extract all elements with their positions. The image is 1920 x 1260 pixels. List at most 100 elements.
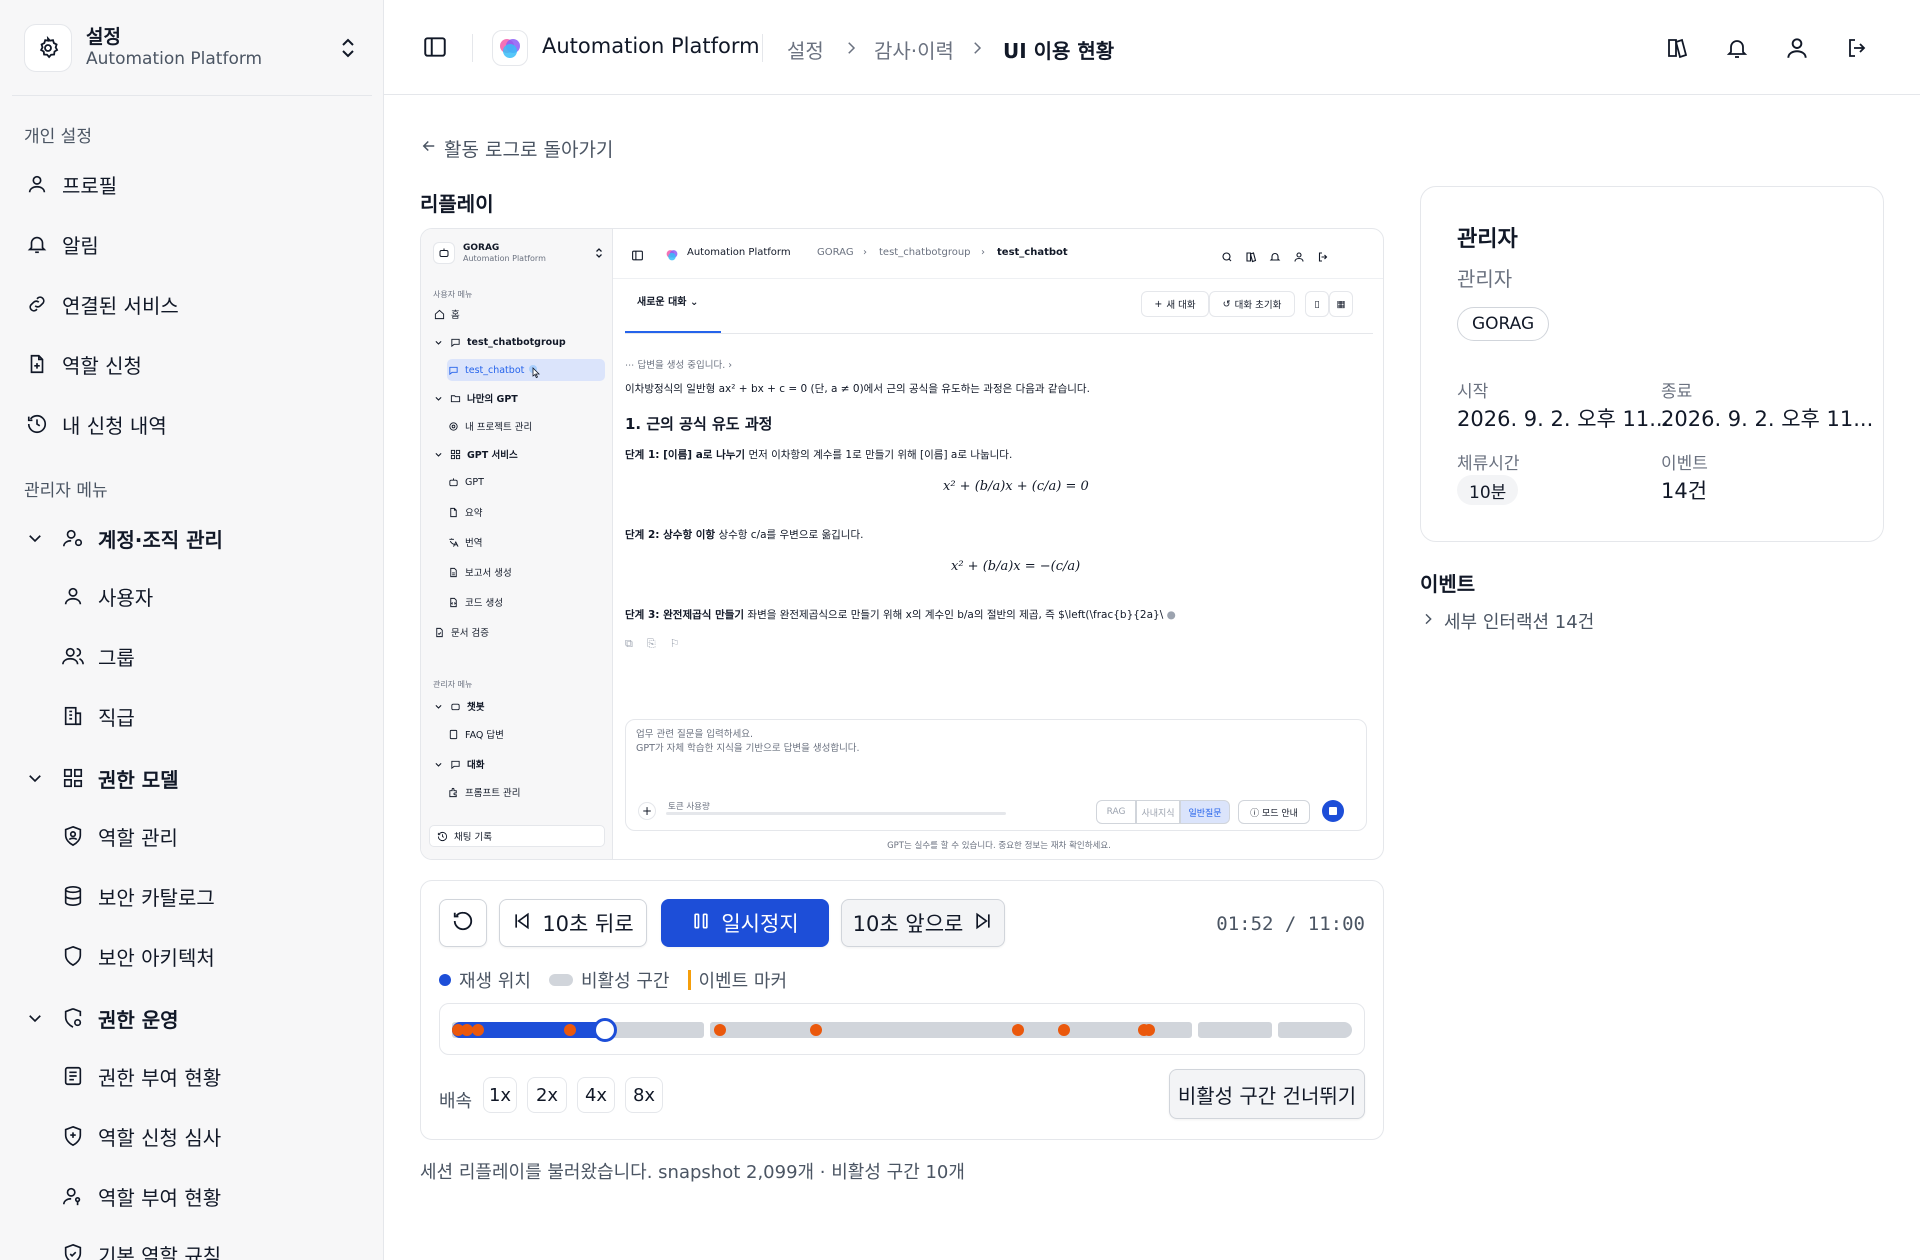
grid-icon (449, 448, 461, 460)
sidebar-item-label: 내 신청 내역 (62, 413, 167, 438)
replay-item-label: test_chatbotgroup (467, 336, 566, 348)
chevron-down-icon (433, 701, 443, 711)
sidebar-group-account-org[interactable]: 계정·조직 관리 (24, 516, 364, 560)
sidebar-item-label: 그룹 (98, 645, 135, 670)
replay-item-doc-check: 문서 검증 (433, 621, 605, 643)
replay-controls: 10초 뒤로 일시정지 10초 앞으로 01:52 / 11:00 재생 위치 … (420, 880, 1384, 1140)
pause-button[interactable]: 일시정지 (661, 899, 829, 947)
sidebar-item-role-management[interactable]: 역할 관리 (60, 814, 360, 858)
bot-icon (449, 700, 461, 712)
divider (12, 95, 372, 96)
sidebar-item-positions[interactable]: 직급 (60, 694, 360, 738)
bot-icon (447, 476, 459, 488)
events-detail-toggle[interactable]: 세부 인터랙션 14건 (1420, 608, 1594, 634)
event-marker[interactable] (1012, 1024, 1024, 1036)
sidebar-item-groups[interactable]: 그룹 (60, 634, 360, 678)
replay-item-home: 홈 (433, 303, 605, 325)
replay-mode-general: 일반질문 (1180, 800, 1230, 824)
sidebar-group-permission-ops[interactable]: 권한 운영 (24, 996, 364, 1040)
user-icon[interactable] (1782, 33, 1812, 63)
back-10s-button[interactable]: 10초 뒤로 (499, 899, 647, 947)
events-value: 14건 (1661, 479, 1708, 503)
event-marker[interactable] (1058, 1024, 1070, 1036)
user-icon (60, 583, 86, 609)
replay-crumb-1: GORAG (817, 247, 854, 258)
replay-item-label: 나만의 GPT (467, 394, 518, 405)
pause-label: 일시정지 (721, 912, 799, 936)
workspace-subtitle: Automation Platform (86, 49, 263, 69)
bell-icon[interactable] (1722, 33, 1752, 63)
sidebar-item-role-request[interactable]: 역할 신청 (24, 342, 364, 386)
replay-step1: 단계 1: [이름] a로 나누기 먼저 이차항의 계수를 1로 만들기 위해 … (625, 447, 1012, 462)
sidebar-item-role-grant-status[interactable]: 역할 부여 현황 (60, 1174, 360, 1218)
shield-user-icon (60, 823, 86, 849)
restart-button[interactable] (439, 899, 487, 947)
events-label: 이벤트 (1661, 454, 1708, 474)
topbar: Automation Platform 설정 감사·이력 UI 이용 현황 (384, 0, 1920, 95)
back-link[interactable]: 활동 로그로 돌아가기 (420, 135, 613, 162)
replay-placeholder-2: GPT가 자체 학습한 지식을 기반으로 답변을 생성합니다. (636, 743, 860, 754)
back-10s-label: 10초 뒤로 (542, 912, 634, 936)
replay-section-admin: 관리자 메뉴 (433, 680, 473, 689)
breadcrumb-settings[interactable]: 설정 (787, 35, 824, 64)
skip-inactive-button[interactable]: 비활성 구간 건너뛰기 (1169, 1069, 1365, 1119)
sidebar-item-connected-services[interactable]: 연결된 서비스 (24, 282, 364, 326)
shield-check-icon (60, 1241, 86, 1260)
forward-10s-button[interactable]: 10초 앞으로 (841, 899, 1005, 947)
replay-heading: 1. 근의 공식 유도 과정 (625, 415, 773, 433)
sidebar-item-my-requests[interactable]: 내 신청 내역 (24, 402, 364, 446)
logout-icon[interactable] (1842, 33, 1872, 63)
sidebar-item-default-role-rules[interactable]: 기본 역할 규칙 (60, 1232, 360, 1260)
chevron-right-icon: › (863, 247, 867, 258)
sidebar-item-grant-status[interactable]: 권한 부여 현황 (60, 1054, 360, 1098)
panel-icon: ▯ (1305, 291, 1329, 317)
workspace-switcher[interactable]: 설정 Automation Platform (24, 20, 360, 76)
sidebar-item-label: 역할 부여 현황 (98, 1185, 222, 1210)
user-name: 관리자 (1457, 227, 1518, 252)
divider (472, 34, 473, 62)
chevron-down-icon (24, 527, 46, 549)
speed-4x-button[interactable]: 4x (577, 1077, 615, 1113)
sidebar-item-users[interactable]: 사용자 (60, 574, 360, 618)
search-icon (1221, 248, 1233, 267)
sidebar-item-label: 역할 신청 심사 (98, 1125, 222, 1150)
replay-item-gpt: GPT (447, 471, 605, 493)
sidebar-toggle-icon (631, 247, 644, 266)
sidebar-toggle-icon[interactable] (422, 34, 448, 60)
bell-icon (1269, 248, 1281, 267)
event-marker[interactable] (810, 1024, 822, 1036)
timeline-track[interactable] (452, 1018, 1352, 1042)
event-marker[interactable] (714, 1024, 726, 1036)
breadcrumb-audit[interactable]: 감사·이력 (874, 35, 954, 64)
legend-inactive: 비활성 구간 (580, 971, 670, 992)
sidebar-group-permission-model[interactable]: 권한 모델 (24, 756, 364, 800)
replay-generating: ⋯ 답변을 생성 중입니다. › (625, 360, 733, 371)
replay-workspace-title: GORAG (463, 242, 500, 253)
sidebar-item-security-architecture[interactable]: 보안 아키텍처 (60, 934, 360, 978)
section-personal: 개인 설정 (24, 127, 92, 147)
sidebar-item-role-review[interactable]: 역할 신청 심사 (60, 1114, 360, 1158)
shield-gear-icon (60, 1005, 86, 1031)
playhead-handle[interactable] (593, 1018, 617, 1042)
timeline[interactable] (439, 1003, 1365, 1055)
sidebar-item-label: 사용자 (98, 585, 154, 610)
translate-icon (447, 536, 459, 548)
speed-2x-button[interactable]: 2x (527, 1077, 567, 1113)
replay-workspace-switcher: GORAG Automation Platform (433, 239, 603, 267)
replay-item-chatbot-admin: 챗봇 (433, 695, 605, 717)
divider (625, 333, 1373, 334)
start-value: 2026. 9. 2. 오후 11... (1457, 407, 1670, 431)
replay-item-label: GPT (465, 476, 484, 488)
sidebar-item-security-catalog[interactable]: 보안 카탈로그 (60, 874, 360, 918)
event-marker[interactable] (564, 1024, 576, 1036)
speed-1x-button[interactable]: 1x (483, 1077, 517, 1113)
event-marker[interactable] (1143, 1024, 1155, 1036)
speed-8x-button[interactable]: 8x (625, 1077, 663, 1113)
timeline-legend: 재생 위치 비활성 구간 이벤트 마커 (439, 967, 787, 993)
event-marker[interactable] (472, 1024, 484, 1036)
replay-placeholder-1: 업무 관련 질문을 입력하세요. (636, 729, 753, 740)
sidebar-item-notifications[interactable]: 알림 (24, 222, 364, 266)
stop-icon (1322, 800, 1344, 822)
sidebar-item-profile[interactable]: 프로필 (24, 162, 364, 206)
book-icon[interactable] (1662, 33, 1692, 63)
